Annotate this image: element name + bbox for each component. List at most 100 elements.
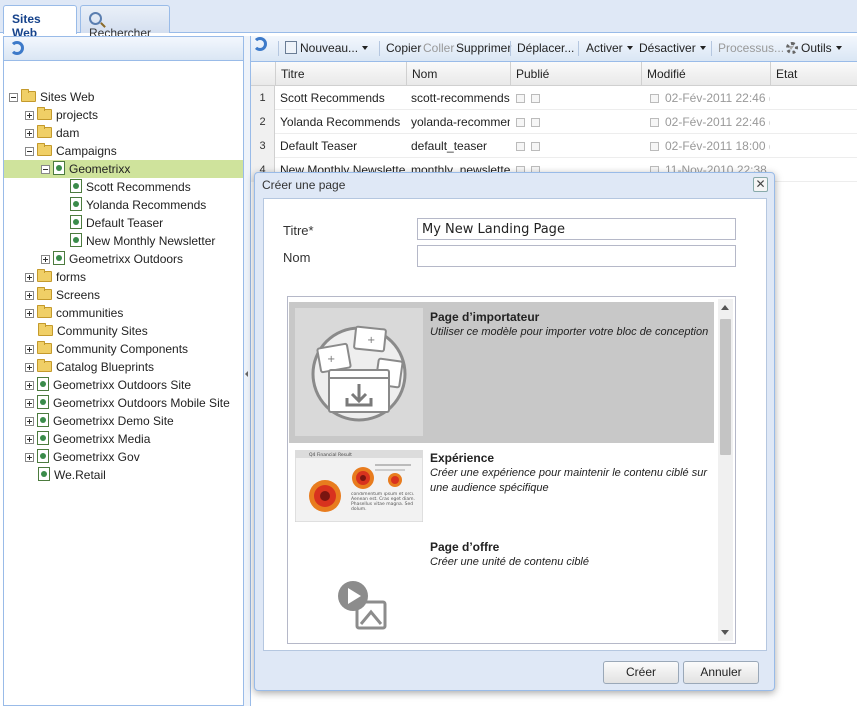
paste-button[interactable]: Coller xyxy=(423,41,454,55)
table-row[interactable]: 2 Yolanda Recommends yolanda-recommen… 0… xyxy=(251,110,857,134)
tree-node-communities[interactable]: communities xyxy=(25,304,123,322)
tree-node-community-sites[interactable]: Community Sites xyxy=(38,322,148,340)
tab-sites-web[interactable]: Sites Web xyxy=(3,5,77,40)
tree-node-new-monthly-newsletter[interactable]: New Monthly Newsletter xyxy=(70,232,215,250)
create-button[interactable]: Créer xyxy=(603,661,679,684)
page-icon xyxy=(53,251,65,265)
tree-node-we-retail[interactable]: We.Retail xyxy=(38,466,106,484)
tree-node-geometrixx-outdoors-site[interactable]: Geometrixx Outdoors Site xyxy=(25,376,191,394)
copy-button[interactable]: Copier xyxy=(386,41,421,55)
expand-icon[interactable] xyxy=(25,417,34,426)
template-list: + + Page d’importateur Utiliser ce modèl… xyxy=(287,296,736,644)
refresh-icon[interactable] xyxy=(10,41,24,55)
deactivate-button[interactable]: Désactiver xyxy=(639,41,706,55)
tools-button[interactable]: Outils xyxy=(786,41,842,55)
new-button[interactable]: Nouveau... xyxy=(285,41,369,55)
cell-name: yolanda-recommen… xyxy=(411,115,510,129)
tree-node-geometrixx-outdoors[interactable]: Geometrixx Outdoors xyxy=(41,250,183,268)
tree-node-dam[interactable]: dam xyxy=(25,124,79,142)
tree-node-scott-recommends[interactable]: Scott Recommends xyxy=(70,178,191,196)
column-header-status[interactable]: Etat xyxy=(770,62,857,86)
close-icon[interactable]: ✕ xyxy=(753,177,768,192)
tree-node-catalog-blueprints[interactable]: Catalog Blueprints xyxy=(25,358,154,376)
dialog-body: Titre* Nom + + Page d xyxy=(263,198,767,651)
expand-icon[interactable] xyxy=(25,435,34,444)
expand-icon[interactable] xyxy=(25,381,34,390)
template-description: Créer une unité de contenu ciblé xyxy=(430,556,589,568)
tree-node-geometrixx-media[interactable]: Geometrixx Media xyxy=(25,430,150,448)
page-icon xyxy=(37,449,49,463)
expand-icon[interactable] xyxy=(25,291,34,300)
cell-name: scott-recommends xyxy=(411,91,510,105)
cell-modified: 02-Fév-2011 22:46 (A xyxy=(645,86,770,110)
scroll-up-arrow-icon[interactable] xyxy=(721,305,729,310)
tree-toolbar xyxy=(4,37,243,61)
expand-icon[interactable] xyxy=(25,453,34,462)
expand-icon[interactable] xyxy=(25,399,34,408)
tree-node-screens[interactable]: Screens xyxy=(25,286,100,304)
process-button[interactable]: Processus... xyxy=(718,41,795,55)
template-name: Expérience xyxy=(430,451,495,465)
refresh-icon[interactable] xyxy=(253,37,267,51)
tree-node-forms[interactable]: forms xyxy=(25,268,86,286)
template-item-experience[interactable]: Q4 Financial Result condimentum ipsum et… xyxy=(289,445,714,533)
table-row[interactable]: 1 Scott Recommends scott-recommends 02-F… xyxy=(251,86,857,110)
title-input[interactable] xyxy=(417,218,736,240)
toolbar-separator xyxy=(578,41,579,56)
tree-node-geometrixx-gov[interactable]: Geometrixx Gov xyxy=(25,448,140,466)
folder-icon xyxy=(21,89,36,102)
column-header-title[interactable]: Titre xyxy=(275,62,406,86)
tree-node-community-components[interactable]: Community Components xyxy=(25,340,188,358)
collapse-icon[interactable] xyxy=(9,93,18,102)
tree-node-default-teaser[interactable]: Default Teaser xyxy=(70,214,163,232)
importer-thumbnail: + + xyxy=(295,308,423,436)
template-item-offer[interactable]: Page d’offre Créer une unité de contenu … xyxy=(289,534,714,643)
experience-thumbnail: Q4 Financial Result condimentum ipsum et… xyxy=(295,450,423,522)
cell-published xyxy=(511,110,641,134)
collapse-arrow-icon[interactable] xyxy=(245,371,248,377)
template-list-scrollbar[interactable] xyxy=(718,299,733,641)
expand-icon[interactable] xyxy=(25,345,34,354)
expand-icon[interactable] xyxy=(25,273,34,282)
tree-node-campaigns[interactable]: Campaigns xyxy=(25,142,117,160)
collapse-icon[interactable] xyxy=(25,147,34,156)
page-icon xyxy=(37,395,49,409)
column-header-name[interactable]: Nom xyxy=(406,62,510,86)
tree-node-projects[interactable]: projects xyxy=(25,106,98,124)
top-tab-bar: Sites Web Rechercher xyxy=(0,0,857,40)
status-checkbox-icon xyxy=(531,142,540,151)
move-button[interactable]: Déplacer... xyxy=(517,41,574,55)
scrollbar-thumb[interactable] xyxy=(720,319,731,455)
expand-icon[interactable] xyxy=(25,129,34,138)
expand-icon[interactable] xyxy=(25,309,34,318)
tree-node-geometrixx-demo-site[interactable]: Geometrixx Demo Site xyxy=(25,412,174,430)
tab-search[interactable]: Rechercher xyxy=(80,5,170,40)
folder-icon xyxy=(37,143,52,156)
folder-icon xyxy=(38,323,53,336)
cancel-button[interactable]: Annuler xyxy=(683,661,759,684)
grid-toolbar: Nouveau... Copier Coller Supprimer Dépla… xyxy=(251,36,857,62)
cell-modified: 02-Fév-2011 18:00 (A xyxy=(645,134,770,158)
table-row[interactable]: 3 Default Teaser default_teaser 02-Fév-2… xyxy=(251,134,857,158)
expand-icon[interactable] xyxy=(41,255,50,264)
expand-icon[interactable] xyxy=(25,363,34,372)
tree-node-geometrixx[interactable]: Geometrixx xyxy=(4,160,243,178)
name-input[interactable] xyxy=(417,245,736,267)
svg-text:+: + xyxy=(367,335,375,346)
delete-button[interactable]: Supprimer xyxy=(456,41,511,55)
column-header-published[interactable]: Publié xyxy=(510,62,641,86)
dialog-title: Créer une page xyxy=(262,178,346,192)
template-item-importer[interactable]: + + Page d’importateur Utiliser ce modèl… xyxy=(289,302,714,443)
scroll-down-arrow-icon[interactable] xyxy=(721,630,729,635)
create-page-dialog: Créer une page ✕ Titre* Nom + + xyxy=(254,172,775,691)
name-label: Nom xyxy=(283,250,311,265)
status-checkbox-icon xyxy=(516,94,525,103)
tree-node-geometrixx-outdoors-mobile-site[interactable]: Geometrixx Outdoors Mobile Site xyxy=(25,394,230,412)
activate-button[interactable]: Activer xyxy=(586,41,633,55)
tree-node-yolanda-recommends[interactable]: Yolanda Recommends xyxy=(70,196,206,214)
collapse-icon[interactable] xyxy=(41,165,50,174)
expand-icon[interactable] xyxy=(25,111,34,120)
dropdown-caret-icon xyxy=(362,46,369,50)
column-header-modified[interactable]: Modifié xyxy=(641,62,770,86)
tree-node-sites-web[interactable]: Sites Web xyxy=(9,88,94,106)
